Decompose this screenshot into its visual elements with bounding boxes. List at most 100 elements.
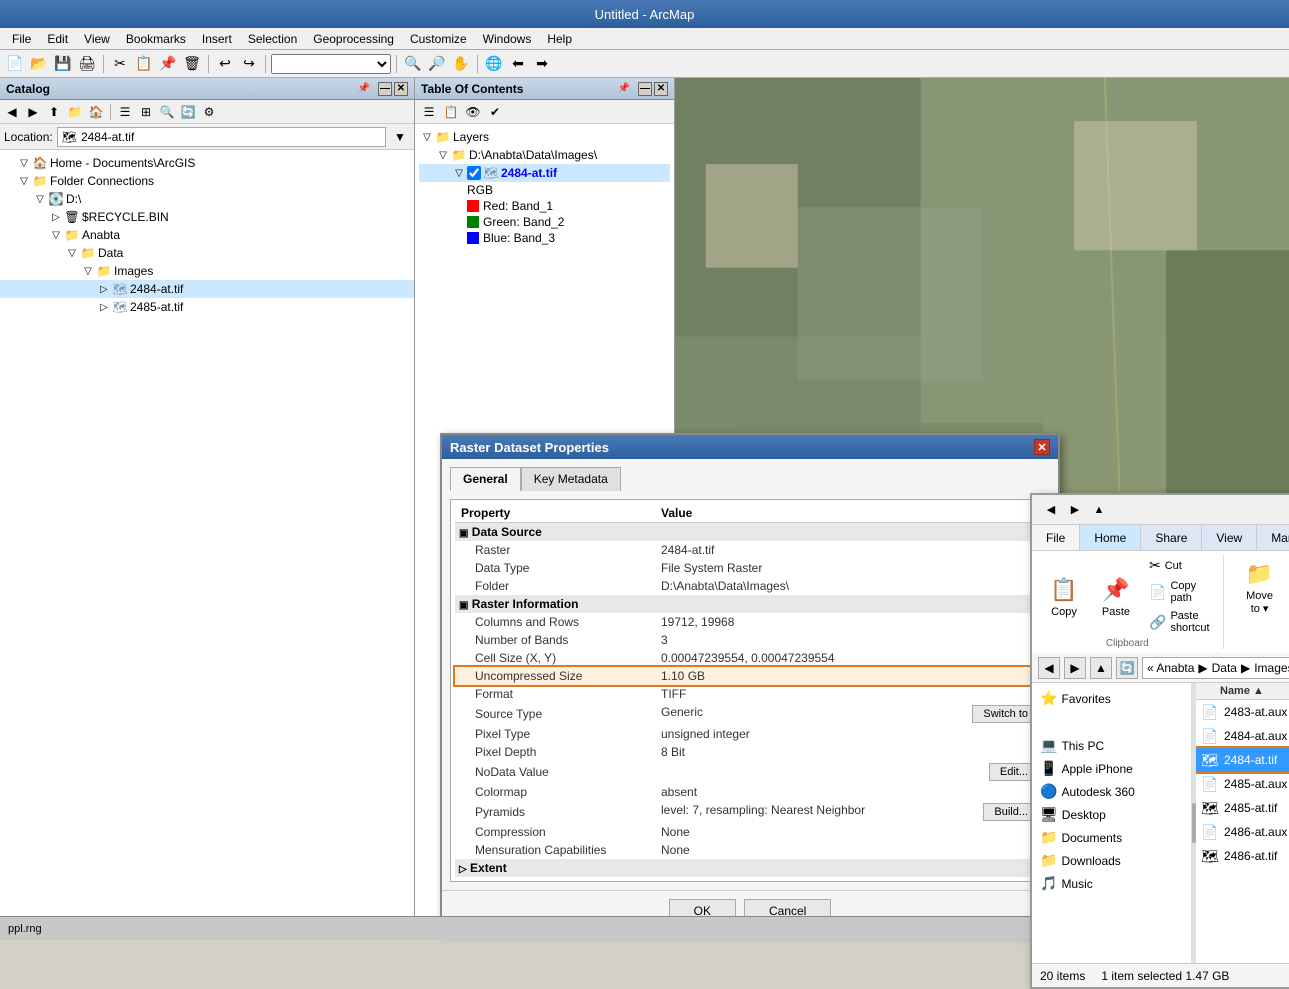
copy-path-btn[interactable]: 📄 Copy path bbox=[1144, 578, 1215, 606]
menu-edit[interactable]: Edit bbox=[39, 30, 76, 48]
menu-selection[interactable]: Selection bbox=[240, 30, 305, 48]
paste-btn[interactable]: 📌 bbox=[157, 53, 179, 75]
menu-bookmarks[interactable]: Bookmarks bbox=[118, 30, 194, 48]
cat-up-btn[interactable]: ⬆ bbox=[44, 102, 64, 122]
2485-expander[interactable]: ▷ bbox=[96, 299, 112, 315]
toc-2484-checkbox[interactable] bbox=[467, 166, 481, 180]
cat-options-btn[interactable]: ⚙ bbox=[199, 102, 219, 122]
cat-search-btn[interactable]: 🔍 bbox=[157, 102, 177, 122]
tree-item-d-drive[interactable]: ▽ 💽 D:\ bbox=[0, 190, 414, 208]
home-expander[interactable]: ▽ bbox=[16, 155, 32, 171]
paste-big-btn[interactable]: 📌 Paste bbox=[1092, 571, 1140, 621]
print-btn[interactable]: 🖨 bbox=[76, 53, 98, 75]
file-row-2485-tif[interactable]: 🗺 2485-at.tif 1,549,216 KB 10/29/2 bbox=[1196, 796, 1289, 820]
tree-item-recycle[interactable]: ▷ 🗑 $RECYCLE.BIN bbox=[0, 208, 414, 226]
data-expander[interactable]: ▽ bbox=[64, 245, 80, 261]
catalog-close-btn[interactable]: ✕ bbox=[394, 82, 408, 96]
sidebar-documents[interactable]: 📁 Documents bbox=[1032, 826, 1191, 849]
cat-home-btn[interactable]: 🏠 bbox=[86, 102, 106, 122]
explorer-up-btn[interactable]: ▲ bbox=[1088, 499, 1110, 521]
cut-btn[interactable]: ✂ Cut bbox=[1144, 555, 1215, 576]
cat-forward-btn[interactable]: ▶ bbox=[23, 102, 43, 122]
menu-customize[interactable]: Customize bbox=[402, 30, 475, 48]
sidebar-autodesk[interactable]: 🔵 Autodesk 360 bbox=[1032, 780, 1191, 803]
switch-to-btn[interactable]: Switch to bbox=[972, 705, 1039, 723]
redo-btn[interactable]: ↪ bbox=[238, 53, 260, 75]
tree-item-folder-connections[interactable]: ▽ 📁 Folder Connections bbox=[0, 172, 414, 190]
full-extent-btn[interactable]: 🌐 bbox=[483, 53, 505, 75]
menu-view[interactable]: View bbox=[76, 30, 118, 48]
tree-item-home[interactable]: ▽ 🏠 Home - Documents\ArcGIS bbox=[0, 154, 414, 172]
sidebar-favorites[interactable]: ⭐ Favorites bbox=[1032, 687, 1191, 710]
layers-expander[interactable]: ▽ bbox=[419, 129, 435, 145]
menu-file[interactable]: File bbox=[4, 30, 39, 48]
tool-dropdown[interactable] bbox=[271, 54, 391, 74]
cat-details-btn[interactable]: ⊞ bbox=[136, 102, 156, 122]
toc-pin-btn[interactable]: — bbox=[638, 82, 652, 96]
toc-list-by-source-btn[interactable]: 📋 bbox=[441, 102, 461, 122]
dialog-close-btn[interactable]: ✕ bbox=[1034, 439, 1050, 455]
file-row-2486-tif[interactable]: 🗺 2486-at.tif 1,549,216 KB 10/29/2 bbox=[1196, 844, 1289, 868]
tab-general[interactable]: General bbox=[450, 467, 521, 491]
addr-back-btn[interactable]: ◀ bbox=[1038, 657, 1060, 679]
explorer-forward-btn[interactable]: ▶ bbox=[1064, 499, 1086, 521]
explorer-back-btn[interactable]: ◀ bbox=[1040, 499, 1062, 521]
copy-big-btn[interactable]: 📋 Copy bbox=[1040, 571, 1088, 621]
addr-refresh-btn[interactable]: 🔄 bbox=[1116, 657, 1138, 679]
tree-item-2484[interactable]: ▷ 🗺 2484-at.tif bbox=[0, 280, 414, 298]
anabta-expander[interactable]: ▽ bbox=[48, 227, 64, 243]
images-expander[interactable]: ▽ bbox=[80, 263, 96, 279]
back-btn[interactable]: ⬅ bbox=[507, 53, 529, 75]
menu-geoprocessing[interactable]: Geoprocessing bbox=[305, 30, 402, 48]
zoom-out-btn[interactable]: 🔎 bbox=[426, 53, 448, 75]
new-btn[interactable]: 📄 bbox=[4, 53, 26, 75]
cat-list-btn[interactable]: ☰ bbox=[115, 102, 135, 122]
toc-2484-expander[interactable]: ▽ bbox=[451, 165, 467, 181]
menu-windows[interactable]: Windows bbox=[475, 30, 540, 48]
file-row-2484-tif[interactable]: 🗺 2484-at.tif 1,549,216 KB 10/30/2 bbox=[1196, 748, 1289, 772]
file-row-2484-aux[interactable]: 📄 2484-at.aux 14 KB 12/8/2 bbox=[1196, 724, 1289, 748]
location-dropdown-btn[interactable]: ▼ bbox=[390, 127, 410, 147]
pan-btn[interactable]: ✋ bbox=[450, 53, 472, 75]
sidebar-this-pc[interactable]: 💻 This PC bbox=[1032, 734, 1191, 757]
menu-help[interactable]: Help bbox=[539, 30, 580, 48]
2484-expander[interactable]: ▷ bbox=[96, 281, 112, 297]
d-drive-expander[interactable]: ▽ bbox=[32, 191, 48, 207]
cat-connect-folder-btn[interactable]: 📁 bbox=[65, 102, 85, 122]
toc-path[interactable]: ▽ 📁 D:\Anabta\Data\Images\ bbox=[419, 146, 670, 164]
cat-refresh-btn[interactable]: 🔄 bbox=[178, 102, 198, 122]
sidebar-music[interactable]: 🎵 Music bbox=[1032, 872, 1191, 895]
ribbon-tab-home[interactable]: Home bbox=[1080, 525, 1141, 550]
ribbon-tab-view[interactable]: View bbox=[1202, 525, 1257, 550]
toc-layers[interactable]: ▽ 📁 Layers bbox=[419, 128, 670, 146]
addr-forward-btn[interactable]: ▶ bbox=[1064, 657, 1086, 679]
ribbon-tab-file[interactable]: File bbox=[1032, 525, 1080, 550]
path-expander[interactable]: ▽ bbox=[435, 147, 451, 163]
undo-btn[interactable]: ↩ bbox=[214, 53, 236, 75]
tree-item-2485[interactable]: ▷ 🗺 2485-at.tif bbox=[0, 298, 414, 316]
file-row-2485-aux[interactable]: 📄 2485-at.aux 14 KB 1/22/2 bbox=[1196, 772, 1289, 796]
location-input[interactable]: 🗺 2484-at.tif bbox=[57, 127, 386, 147]
file-row-2483-aux[interactable]: 📄 2483-at.aux 14 KB 12/2/2 bbox=[1196, 700, 1289, 724]
toc-close-btn[interactable]: ✕ bbox=[654, 82, 668, 96]
tree-item-anabta[interactable]: ▽ 📁 Anabta bbox=[0, 226, 414, 244]
file-row-2486-aux[interactable]: 📄 2486-at.aux 14 KB 1/22/2 bbox=[1196, 820, 1289, 844]
cut-btn[interactable]: ✂ bbox=[109, 53, 131, 75]
tab-key-metadata[interactable]: Key Metadata bbox=[521, 467, 621, 491]
toc-2484[interactable]: ▽ 🗺 2484-at.tif bbox=[419, 164, 670, 182]
copy-btn[interactable]: 📋 bbox=[133, 53, 155, 75]
forward-btn[interactable]: ➡ bbox=[531, 53, 553, 75]
toc-list-by-visibility-btn[interactable]: 👁 bbox=[463, 102, 483, 122]
sidebar-iphone[interactable]: 📱 Apple iPhone bbox=[1032, 757, 1191, 780]
recycle-expander[interactable]: ▷ bbox=[48, 209, 64, 225]
save-btn[interactable]: 💾 bbox=[52, 53, 74, 75]
col-name[interactable]: Name ▲ bbox=[1200, 685, 1289, 697]
address-path[interactable]: « Anabta ▶ Data ▶ Images bbox=[1142, 657, 1289, 679]
catalog-pin-btn[interactable]: — bbox=[378, 82, 392, 96]
tree-item-images[interactable]: ▽ 📁 Images bbox=[0, 262, 414, 280]
ribbon-tab-share[interactable]: Share bbox=[1141, 525, 1202, 550]
paste-shortcut-btn[interactable]: 🔗 Paste shortcut bbox=[1144, 608, 1215, 636]
toc-list-by-selection-btn[interactable]: ✔ bbox=[485, 102, 505, 122]
delete-btn[interactable]: 🗑 bbox=[181, 53, 203, 75]
open-btn[interactable]: 📂 bbox=[28, 53, 50, 75]
